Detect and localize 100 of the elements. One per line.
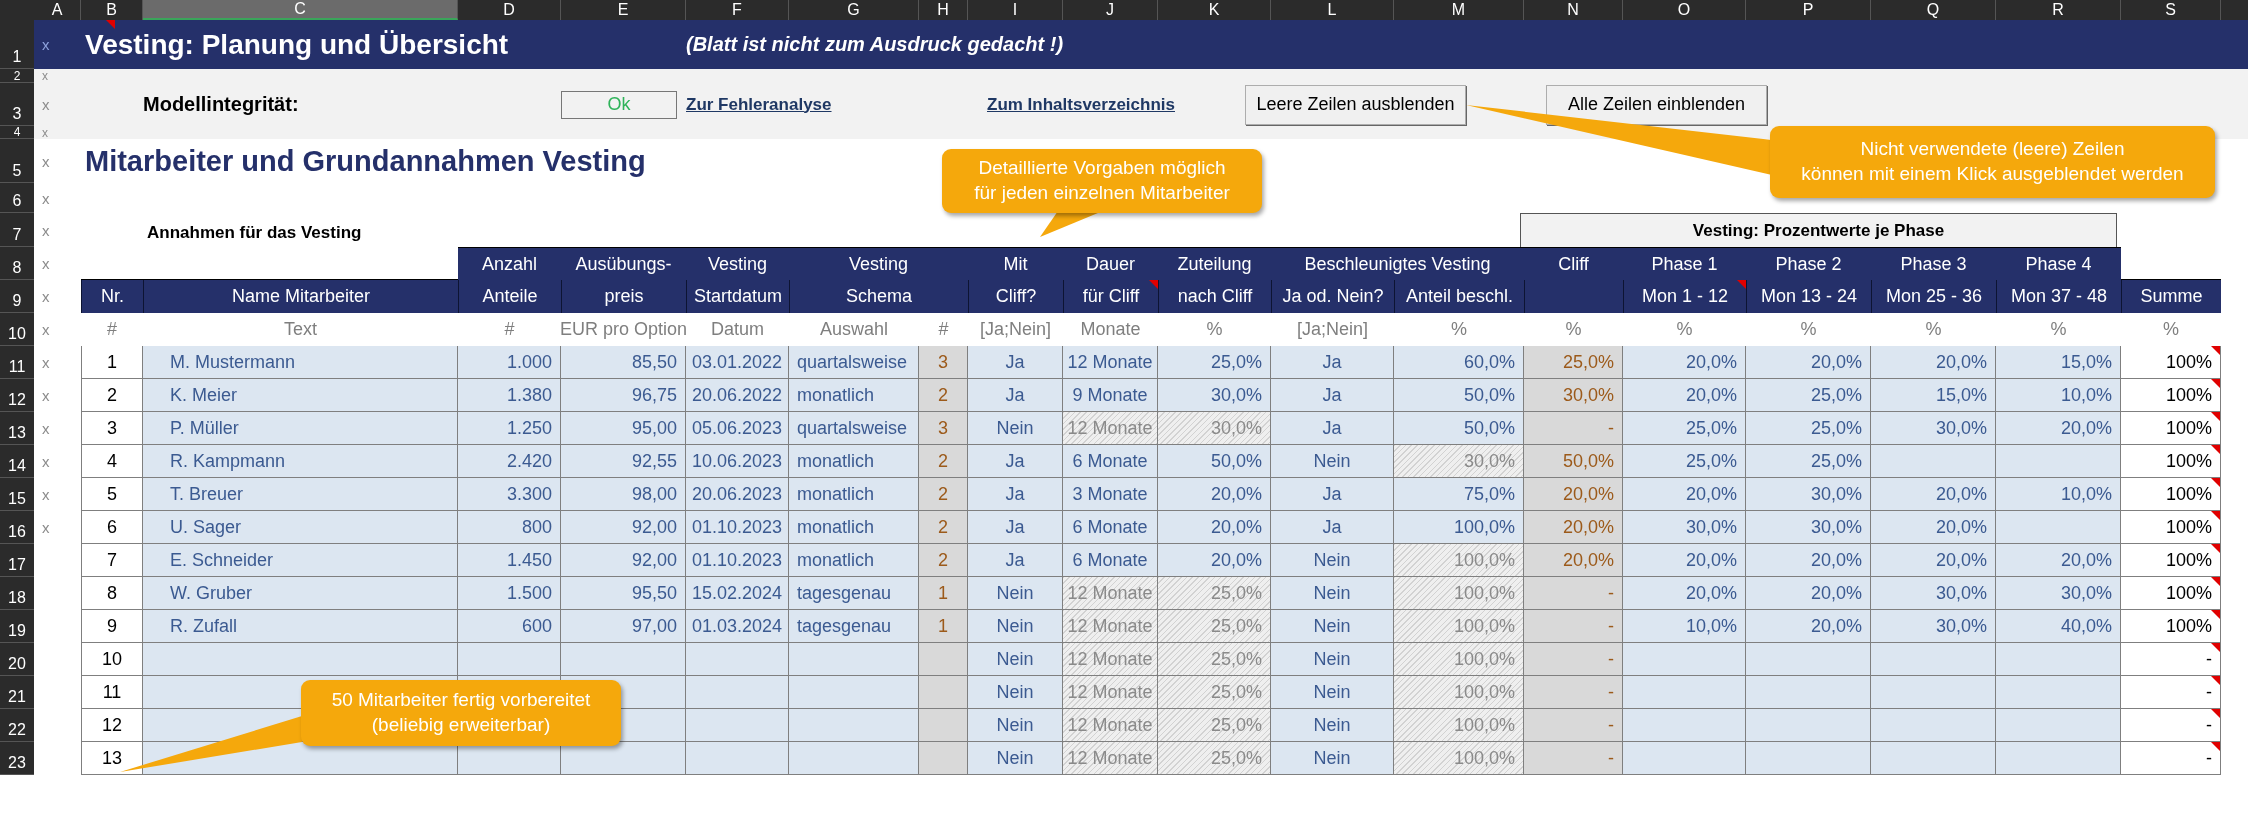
table-cell: - bbox=[1524, 643, 1623, 676]
row-header[interactable]: 4 bbox=[0, 126, 34, 139]
row-header[interactable]: 14 bbox=[0, 445, 34, 478]
table-cell: 12 Monate bbox=[1063, 346, 1158, 379]
row-header[interactable]: 12 bbox=[0, 379, 34, 412]
row-header[interactable]: 5 bbox=[0, 139, 34, 183]
table-cell: monatlich bbox=[789, 544, 919, 577]
table-cell: 92,00 bbox=[561, 544, 686, 577]
table-cell: 2 bbox=[919, 544, 968, 577]
row-header[interactable]: 21 bbox=[0, 676, 34, 709]
table-cell: Ja bbox=[968, 544, 1063, 577]
row-header[interactable]: 13 bbox=[0, 412, 34, 445]
unit-label: % bbox=[1564, 318, 1583, 341]
table-cell: 20,0% bbox=[1871, 478, 1996, 511]
unit-label: [Ja;Nein] bbox=[1295, 318, 1369, 341]
row-header[interactable]: 6 bbox=[0, 183, 34, 213]
unit-label: # bbox=[503, 318, 516, 341]
column-heading: Cliff bbox=[1524, 247, 1623, 280]
unit-label: % bbox=[2162, 318, 2180, 341]
table-cell: 20,0% bbox=[1996, 544, 2121, 577]
table-cell: 20,0% bbox=[1871, 544, 1996, 577]
unit-label: # bbox=[106, 318, 118, 341]
table-cell: Nein bbox=[1271, 610, 1394, 643]
table-cell: 20,0% bbox=[1746, 544, 1871, 577]
table-cell: 10 bbox=[81, 643, 143, 676]
table-cell: 30,0% bbox=[1623, 511, 1746, 544]
table-cell bbox=[919, 709, 968, 742]
table-cell: Nein bbox=[968, 709, 1063, 742]
table-cell: tagesgenau bbox=[789, 577, 919, 610]
table-cell: Ja bbox=[968, 478, 1063, 511]
row-header[interactable]: 7 bbox=[0, 213, 34, 247]
row-header[interactable]: 10 bbox=[0, 313, 34, 346]
show-all-rows-button[interactable]: Alle Zeilen einblenden bbox=[1546, 84, 1767, 125]
table-cell: 20,0% bbox=[1746, 346, 1871, 379]
table-cell: 20,0% bbox=[1623, 346, 1746, 379]
table-cell: 100% bbox=[2121, 577, 2221, 610]
table-cell: Nein bbox=[1271, 709, 1394, 742]
unit-label: % bbox=[1799, 318, 1818, 341]
row-marker: x bbox=[41, 452, 51, 472]
table-cell: 30,0% bbox=[1158, 379, 1271, 412]
table-cell: 20,0% bbox=[1871, 511, 1996, 544]
row-header[interactable]: 17 bbox=[0, 544, 34, 577]
table-cell: 92,55 bbox=[561, 445, 686, 478]
table-cell: 20,0% bbox=[1524, 544, 1623, 577]
column-heading: Mon 1 - 12 bbox=[1623, 280, 1746, 313]
hide-empty-rows-button[interactable]: Leere Zeilen ausblenden bbox=[1245, 84, 1466, 125]
column-heading: Zuteilung bbox=[1158, 247, 1271, 280]
table-cell: 12 Monate bbox=[1063, 577, 1158, 610]
unit-label: EUR pro Option bbox=[561, 318, 686, 341]
unit-label: [Ja;Nein] bbox=[978, 318, 1052, 341]
table-cell: 6 bbox=[81, 511, 143, 544]
row-marker: x bbox=[41, 96, 51, 113]
table-of-contents-link[interactable]: Zum Inhaltsverzeichnis bbox=[987, 94, 1175, 115]
table-cell: 20,0% bbox=[1871, 346, 1996, 379]
column-heading: Nr. bbox=[81, 280, 143, 313]
table-cell: 100% bbox=[2121, 511, 2221, 544]
table-cell: Ja bbox=[968, 379, 1063, 412]
table-cell: Nein bbox=[968, 577, 1063, 610]
row-header[interactable]: 2 bbox=[0, 69, 34, 83]
row-header[interactable]: 20 bbox=[0, 643, 34, 676]
row-header[interactable]: 8 bbox=[0, 247, 34, 280]
table-cell: 12 Monate bbox=[1063, 676, 1158, 709]
column-heading: Dauer bbox=[1063, 247, 1158, 280]
error-analysis-link[interactable]: Zur Fehleranalyse bbox=[686, 94, 832, 115]
table-cell: 50,0% bbox=[1394, 379, 1524, 412]
column-heading: Beschleunigtes Vesting bbox=[1271, 247, 1524, 280]
table-cell: - bbox=[2121, 676, 2221, 709]
table-cell bbox=[919, 676, 968, 709]
row-header[interactable]: 3 bbox=[0, 83, 34, 126]
table-cell: 100,0% bbox=[1394, 643, 1524, 676]
table-cell: 40,0% bbox=[1996, 610, 2121, 643]
table-cell: 25,0% bbox=[1158, 709, 1271, 742]
table-cell: M. Mustermann bbox=[143, 346, 458, 379]
row-header[interactable]: 22 bbox=[0, 709, 34, 742]
table-cell: 12 Monate bbox=[1063, 742, 1158, 775]
table-cell: 12 Monate bbox=[1063, 610, 1158, 643]
column-heading: Mon 25 - 36 bbox=[1871, 280, 1996, 313]
row-header[interactable]: 15 bbox=[0, 478, 34, 511]
row-header[interactable]: 18 bbox=[0, 577, 34, 610]
column-heading: Anteil beschl. bbox=[1394, 280, 1524, 313]
row-marker: x bbox=[41, 518, 51, 538]
table-cell: monatlich bbox=[789, 511, 919, 544]
column-header[interactable]: C bbox=[143, 0, 458, 20]
row-header[interactable]: 19 bbox=[0, 610, 34, 643]
integrity-label: Modellintegrität: bbox=[143, 93, 299, 115]
table-cell: Nein bbox=[1271, 742, 1394, 775]
row-header[interactable]: 9 bbox=[0, 280, 34, 313]
table-cell: 100% bbox=[2121, 379, 2221, 412]
column-heading: Mit bbox=[968, 247, 1063, 280]
row-header[interactable]: 23 bbox=[0, 742, 34, 775]
row-header[interactable]: 11 bbox=[0, 346, 34, 379]
table-cell: 4 bbox=[81, 445, 143, 478]
row-header[interactable]: 16 bbox=[0, 511, 34, 544]
table-cell: 30,0% bbox=[1871, 412, 1996, 445]
column-heading: nach Cliff bbox=[1158, 280, 1271, 313]
row-header[interactable]: 1 bbox=[0, 20, 34, 69]
table-cell: Nein bbox=[968, 742, 1063, 775]
row-marker: x bbox=[41, 353, 51, 373]
table-cell: 30,0% bbox=[1871, 610, 1996, 643]
table-cell: 30,0% bbox=[1158, 412, 1271, 445]
